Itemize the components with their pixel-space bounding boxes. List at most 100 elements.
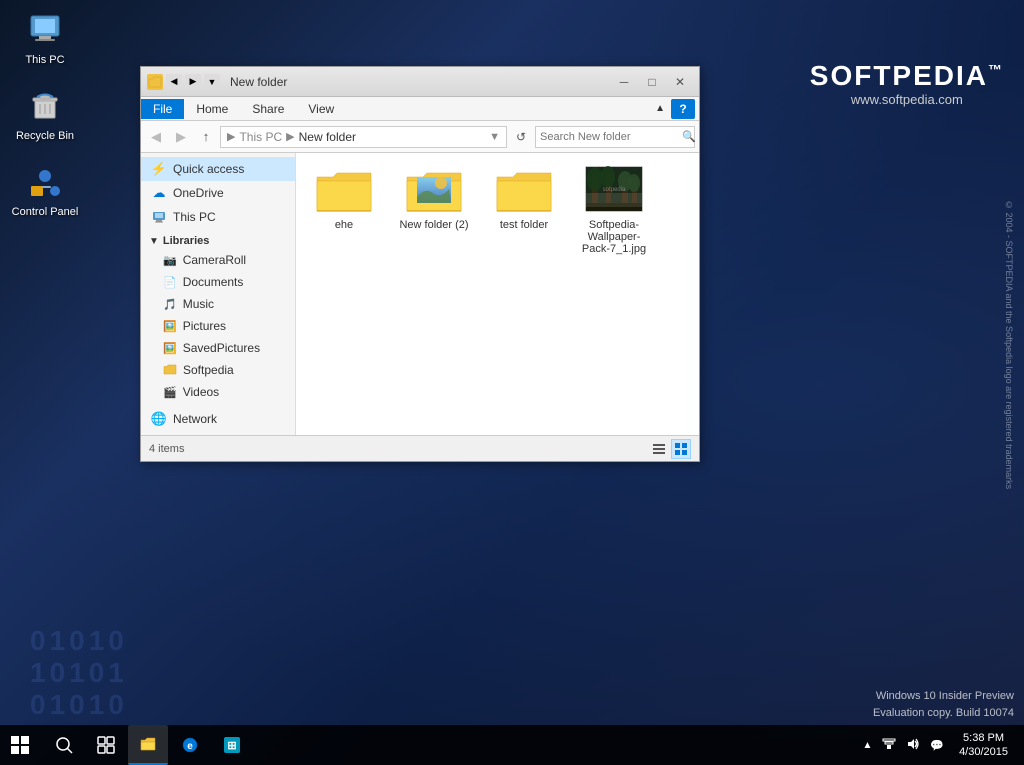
taskbar-file-explorer[interactable] [128, 725, 168, 765]
status-bar: 4 items [141, 435, 699, 461]
ribbon-expand[interactable]: ▲ [649, 100, 671, 117]
softpedia-title: SOFTPEDIA™ [810, 60, 1004, 92]
window-title: New folder [230, 75, 611, 89]
new-folder-2-icon [404, 165, 464, 217]
desktop-icon-recycle-bin[interactable]: Recycle Bin [10, 86, 80, 142]
sidebar-item-documents[interactable]: 📄 Documents [141, 271, 295, 293]
tray-notifications[interactable]: 💬 [927, 739, 947, 752]
taskbar-clock[interactable]: 5:38 PM 4/30/2015 [951, 731, 1016, 760]
maximize-button[interactable]: □ [639, 72, 665, 92]
start-button[interactable] [0, 725, 40, 765]
tab-share[interactable]: Share [240, 99, 296, 119]
this-pc-label: This PC [25, 54, 64, 66]
saved-pictures-label: SavedPictures [183, 341, 260, 355]
desktop-icon-this-pc[interactable]: This PC [10, 10, 80, 66]
list-view-button[interactable] [649, 439, 669, 459]
watermark-line2: Evaluation copy. Build 10074 [873, 705, 1014, 722]
binary-decoration: 010101010101010 [30, 625, 128, 721]
sidebar-item-softpedia[interactable]: Softpedia [141, 359, 295, 381]
sidebar-item-saved-pictures[interactable]: 🖼️ SavedPictures [141, 337, 295, 359]
taskbar-search[interactable] [44, 725, 84, 765]
tb-icon-3: ▶ [185, 74, 201, 90]
search-box: 🔍 [535, 126, 695, 148]
forward-button[interactable]: ▶ [170, 126, 192, 148]
this-pc-sidebar-icon [151, 209, 167, 225]
onedrive-label: OneDrive [173, 186, 224, 200]
tab-file[interactable]: File [141, 99, 184, 119]
control-panel-icon [25, 162, 65, 202]
window-controls: ─ □ ✕ [611, 72, 693, 92]
control-panel-label: Control Panel [12, 206, 79, 218]
tb-folder-icon-1 [147, 74, 163, 90]
file-item-ehe[interactable]: ehe [304, 161, 384, 259]
watermark-line1: Windows 10 Insider Preview [873, 688, 1014, 705]
documents-label: Documents [183, 275, 244, 289]
softpedia-branding: SOFTPEDIA™ www.softpedia.com [810, 60, 1004, 107]
grid-view-button[interactable] [671, 439, 691, 459]
documents-icon: 📄 [163, 276, 177, 289]
tb-icon-4: ▼ [204, 74, 220, 90]
quick-access-icon: ⚡ [151, 161, 167, 177]
search-icon[interactable]: 🔍 [682, 130, 696, 143]
network-icon: 🌐 [151, 411, 167, 427]
taskbar-task-view[interactable] [86, 725, 126, 765]
recycle-bin-icon [25, 86, 65, 126]
sidebar-item-pictures[interactable]: 🖼️ Pictures [141, 315, 295, 337]
close-button[interactable]: ✕ [667, 72, 693, 92]
pictures-icon: 🖼️ [163, 320, 177, 333]
camera-roll-icon: 📷 [163, 254, 177, 267]
taskbar-store[interactable]: ⊞ [212, 725, 252, 765]
videos-label: Videos [183, 385, 219, 399]
videos-icon: 🎬 [163, 386, 177, 399]
file-item-new-folder-2[interactable]: New folder (2) [394, 161, 474, 259]
refresh-button[interactable]: ↺ [510, 126, 532, 148]
up-button[interactable]: ↑ [195, 126, 217, 148]
desktop: 010101010101010 SOFTPEDIA™ www.softpedia… [0, 0, 1024, 765]
sidebar-item-this-pc[interactable]: This PC [141, 205, 295, 229]
network-label: Network [173, 412, 217, 426]
svg-text:e: e [187, 741, 193, 752]
title-bar-folder-icons: ◀ ▶ ▼ [147, 74, 220, 90]
file-item-wallpaper[interactable]: sotpedia Softpedia-Wallpaper-Pack-7_1.jp… [574, 161, 654, 259]
back-button[interactable]: ◀ [145, 126, 167, 148]
sidebar-item-onedrive[interactable]: ☁ OneDrive [141, 181, 295, 205]
wallpaper-icon: sotpedia [584, 165, 644, 217]
libraries-label: Libraries [163, 235, 209, 247]
file-area: ehe [296, 153, 699, 435]
sidebar-item-videos[interactable]: 🎬 Videos [141, 381, 295, 403]
sidebar-item-quick-access[interactable]: ⚡ Quick access [141, 157, 295, 181]
view-buttons [649, 439, 691, 459]
help-button[interactable]: ? [671, 99, 695, 119]
file-item-test-folder[interactable]: test folder [484, 161, 564, 259]
ribbon-bar: File Home Share View ▲ ? [141, 97, 699, 121]
desktop-icon-control-panel[interactable]: Control Panel [10, 162, 80, 218]
taskbar-edge[interactable]: e [170, 725, 210, 765]
camera-roll-label: CameraRoll [183, 253, 246, 267]
ehe-name: ehe [335, 219, 353, 231]
sidebar-item-network[interactable]: 🌐 Network [141, 407, 295, 431]
tab-home[interactable]: Home [184, 99, 240, 119]
address-path[interactable]: ▶ This PC ▶ New folder ▼ [220, 126, 507, 148]
svg-text:⊞: ⊞ [227, 740, 236, 752]
minimize-button[interactable]: ─ [611, 72, 637, 92]
tray-volume[interactable] [903, 737, 923, 754]
quick-access-label: Quick access [173, 162, 244, 176]
tray-arrow[interactable]: ▲ [859, 740, 875, 751]
sidebar: ⚡ Quick access ☁ OneDrive [141, 153, 296, 435]
explorer-main: ⚡ Quick access ☁ OneDrive [141, 153, 699, 435]
new-folder-2-name: New folder (2) [399, 219, 468, 231]
softpedia-lib-label: Softpedia [183, 363, 234, 377]
taskbar-tray: ▲ 💬 5:38 PM 4/30/2015 [859, 731, 1024, 760]
address-bar: ◀ ▶ ↑ ▶ This PC ▶ New folder ▼ ↺ 🔍 [141, 121, 699, 153]
tray-network[interactable] [879, 737, 899, 754]
tab-view[interactable]: View [296, 99, 346, 119]
svg-text:sotpedia: sotpedia [603, 187, 626, 193]
desktop-icons: This PC Recycle Bin [10, 10, 80, 218]
search-input[interactable] [540, 131, 682, 143]
tb-icon-2: ◀ [166, 74, 182, 90]
softpedia-url: www.softpedia.com [810, 92, 1004, 107]
sidebar-item-camera-roll[interactable]: 📷 CameraRoll [141, 249, 295, 271]
sidebar-item-music[interactable]: 🎵 Music [141, 293, 295, 315]
taskbar-icons: e ⊞ [44, 725, 252, 765]
pictures-label: Pictures [183, 319, 226, 333]
